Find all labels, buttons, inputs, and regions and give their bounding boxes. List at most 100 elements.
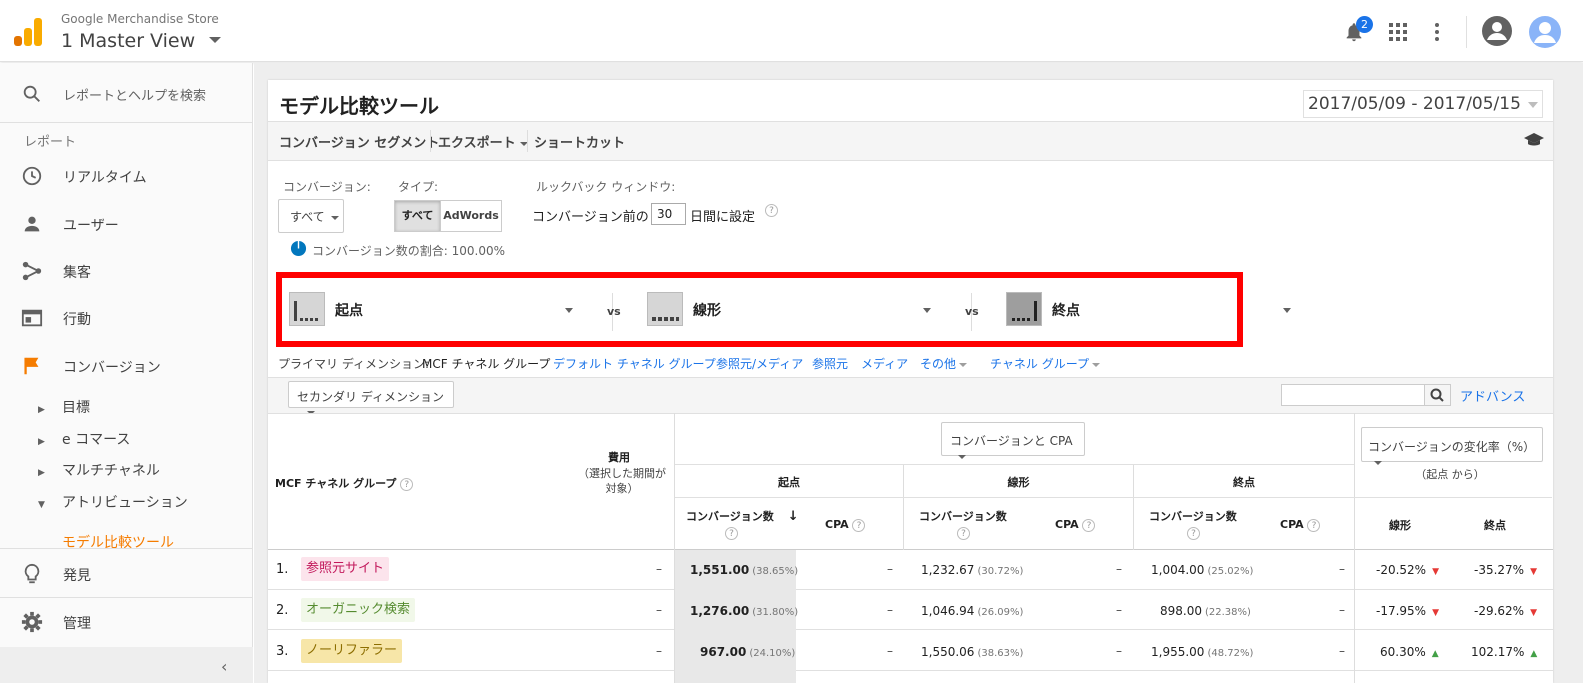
col-cpa-label: CPA bbox=[825, 518, 849, 531]
col-channel-group[interactable]: MCF チャネル グループ ? bbox=[275, 475, 414, 491]
apps-grid-icon[interactable] bbox=[1388, 22, 1408, 42]
shortcut-button[interactable]: ショートカット bbox=[534, 132, 625, 151]
collapse-chevron-icon[interactable]: ‹ bbox=[221, 657, 227, 676]
conversions-number: 1,955.00 bbox=[1151, 645, 1205, 659]
sidebar-search[interactable]: レポートとヘルプを検索 bbox=[0, 83, 253, 105]
person-icon bbox=[24, 216, 40, 232]
search-icon bbox=[23, 85, 40, 102]
help-icon[interactable]: ? bbox=[1082, 518, 1096, 532]
col-cpa-3[interactable]: CPA ? bbox=[1280, 518, 1321, 532]
lightbulb-icon bbox=[24, 563, 40, 584]
col-conversions-3[interactable]: コンバージョン数 bbox=[1149, 508, 1237, 524]
export-button[interactable]: エクスポート bbox=[438, 132, 528, 151]
help-icon[interactable]: ? bbox=[725, 527, 738, 540]
col-cpa-2[interactable]: CPA ? bbox=[1055, 518, 1096, 532]
dimension-link-source[interactable]: 参照元 bbox=[812, 355, 848, 372]
chevron-down-icon[interactable] bbox=[1283, 308, 1291, 313]
analytics-logo-icon[interactable] bbox=[14, 18, 42, 46]
chevron-down-icon[interactable] bbox=[923, 308, 931, 313]
sidebar-divider bbox=[0, 548, 253, 549]
sidebar-item-discover[interactable]: 発見 bbox=[0, 563, 253, 585]
help-icon[interactable]: ? bbox=[1187, 527, 1200, 540]
conversions-value-1: 1,276.00 (31.80%) bbox=[690, 604, 798, 618]
help-icon[interactable]: ? bbox=[957, 527, 970, 540]
table-search-input[interactable] bbox=[1281, 384, 1425, 406]
dimension-link-medium[interactable]: メディア bbox=[861, 355, 908, 372]
avatar[interactable] bbox=[1528, 15, 1562, 49]
sidebar-section-label: レポート bbox=[24, 135, 77, 150]
view-selector[interactable]: 1 Master View bbox=[61, 30, 195, 52]
chevron-down-icon[interactable] bbox=[209, 37, 221, 43]
col-conversions-2[interactable]: コンバージョン数 bbox=[919, 508, 1007, 524]
channel-chip[interactable]: 参照元サイト bbox=[301, 557, 390, 581]
help-icon[interactable]: ? bbox=[852, 518, 866, 532]
sidebar-subitem-goals[interactable]: ▶ 目標 bbox=[38, 397, 90, 417]
col-change-linear[interactable]: 線形 bbox=[1380, 517, 1420, 533]
col-cpa-1[interactable]: CPA ? bbox=[825, 518, 866, 532]
conversion-share-text: コンバージョン数の割合: 100.00% bbox=[312, 244, 506, 258]
model-head-3: 終点 bbox=[1233, 476, 1255, 489]
sidebar-subitem-ecommerce[interactable]: ▶ e コマース bbox=[38, 429, 130, 449]
change-number: 102.17% bbox=[1471, 645, 1525, 659]
dimension-link-source-medium[interactable]: 参照元/メディア bbox=[716, 355, 803, 372]
conversion-segment-button[interactable]: コンバージョン セグメント bbox=[279, 132, 439, 151]
lookback-days-input[interactable]: 30 bbox=[651, 203, 686, 225]
sidebar-item-realtime[interactable]: リアルタイム bbox=[0, 165, 253, 187]
sidebar-subitem-attribution[interactable]: ▼ アトリビューション bbox=[38, 492, 188, 512]
col-cpa-label: CPA bbox=[1280, 518, 1304, 531]
dimension-link-channel-group[interactable]: チャネル グループ bbox=[990, 355, 1100, 372]
sidebar-divider bbox=[0, 122, 253, 123]
type-all-toggle[interactable]: すべて bbox=[394, 200, 441, 232]
arrow-up-icon: ▲ bbox=[1530, 649, 1538, 659]
graduation-cap-icon[interactable] bbox=[1523, 131, 1545, 149]
help-icon[interactable]: ? bbox=[1307, 518, 1321, 532]
secondary-dimension-select[interactable]: セカンダリ ディメンション bbox=[288, 381, 454, 415]
pie-share-icon bbox=[290, 240, 307, 257]
chevron-down-icon[interactable] bbox=[565, 308, 573, 313]
arrow-up-icon: ▲ bbox=[1431, 649, 1439, 659]
sidebar-item-users[interactable]: ユーザー bbox=[0, 213, 253, 235]
conversions-number: 898.00 bbox=[1160, 604, 1202, 618]
account-circle-icon[interactable] bbox=[1481, 15, 1513, 47]
sidebar-item-behavior[interactable]: 行動 bbox=[0, 307, 253, 329]
model-head-2: 線形 bbox=[1007, 476, 1030, 489]
sidebar-item-conversions[interactable]: コンバージョン bbox=[0, 355, 253, 377]
chevron-down-icon bbox=[1091, 362, 1100, 367]
more-vert-icon[interactable] bbox=[1430, 22, 1444, 42]
cpa-value-1: – bbox=[887, 603, 893, 617]
col-conversions-1[interactable]: コンバージョン数 ↓ bbox=[686, 508, 799, 524]
channel-chip[interactable]: オーガニック検索 bbox=[301, 598, 416, 622]
row-number: 1. bbox=[276, 562, 289, 577]
col-cost[interactable]: 費用 bbox=[600, 449, 638, 465]
gear-icon bbox=[21, 611, 43, 633]
chevron-right-icon: ▶ bbox=[38, 437, 45, 447]
sidebar-item-model-comparison[interactable]: モデル比較ツール bbox=[62, 532, 174, 552]
toolbar-separator bbox=[430, 130, 431, 152]
type-adwords-toggle[interactable]: AdWords bbox=[440, 200, 502, 232]
conversions-number: 1,276.00 bbox=[690, 604, 750, 618]
model-1-name[interactable]: 起点 bbox=[335, 300, 363, 320]
chevron-down-icon bbox=[959, 362, 968, 367]
col-change-last[interactable]: 終点 bbox=[1475, 517, 1515, 533]
help-icon[interactable]: ? bbox=[400, 477, 414, 491]
conversion-select[interactable]: すべて bbox=[278, 199, 344, 233]
chevron-down-icon bbox=[958, 454, 966, 459]
model-2-name[interactable]: 線形 bbox=[693, 300, 721, 320]
dimension-link-default-channel[interactable]: デフォルト チャネル グループ bbox=[553, 355, 716, 372]
model-3-name[interactable]: 終点 bbox=[1052, 300, 1080, 320]
channel-chip[interactable]: ノーリファラー bbox=[301, 639, 403, 663]
advanced-link[interactable]: アドバンス bbox=[1460, 386, 1525, 405]
sidebar-item-acquisition[interactable]: 集客 bbox=[0, 260, 253, 282]
dimension-link-other[interactable]: その他 bbox=[920, 355, 968, 372]
metric-group-select[interactable]: コンバージョンと CPA bbox=[941, 422, 1085, 459]
table-search-button[interactable] bbox=[1424, 384, 1451, 406]
date-range-selector[interactable]: 2017/05/09 - 2017/05/15 bbox=[1303, 90, 1543, 118]
lookback-label: ルックバック ウィンドウ: bbox=[536, 180, 676, 194]
help-icon[interactable]: ? bbox=[765, 204, 778, 217]
sidebar-subitem-multichannel[interactable]: ▶ マルチチャネル bbox=[38, 460, 160, 480]
vs-label-2: vs bbox=[965, 305, 979, 318]
export-label: エクスポート bbox=[438, 136, 516, 151]
sidebar-item-admin[interactable]: 管理 bbox=[0, 611, 253, 633]
change-rate-select[interactable]: コンバージョンの変化率（%） bbox=[1361, 427, 1543, 465]
sidebar-divider bbox=[0, 597, 253, 598]
